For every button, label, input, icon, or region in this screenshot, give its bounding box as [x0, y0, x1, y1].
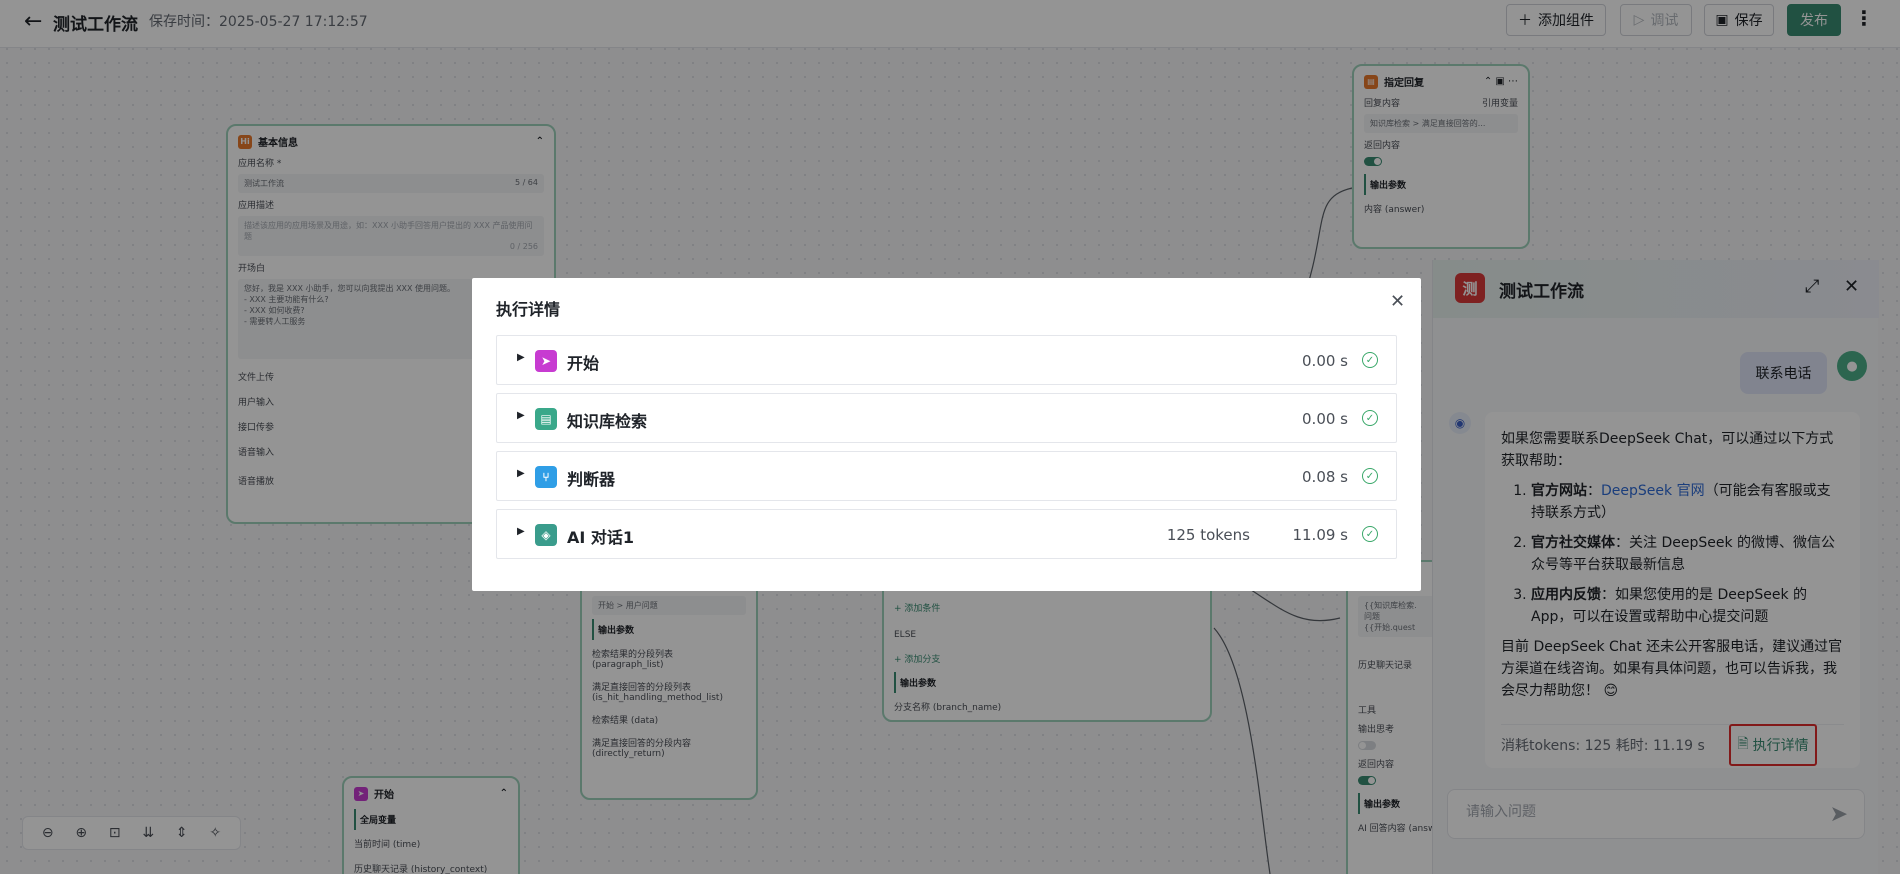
start-pointer-icon: ➤ — [535, 350, 557, 372]
knowledge-search-icon: ▤ — [535, 408, 557, 430]
step-row-knowledge[interactable]: ▶ ▤ 知识库检索 0.00 s ✓ — [496, 393, 1397, 443]
caret-right-icon[interactable]: ▶ — [517, 410, 525, 421]
close-icon[interactable]: ✕ — [1390, 291, 1405, 312]
modal-title: 执行详情 — [496, 300, 561, 319]
success-check-icon: ✓ — [1362, 352, 1378, 368]
caret-right-icon[interactable]: ▶ — [517, 468, 525, 479]
success-check-icon: ✓ — [1362, 468, 1378, 484]
caret-right-icon[interactable]: ▶ — [517, 352, 525, 363]
step-row-judge[interactable]: ▶ ⑂ 判断器 0.08 s ✓ — [496, 451, 1397, 501]
success-check-icon: ✓ — [1362, 526, 1378, 542]
exec-detail-modal: 执行详情 ✕ ▶ ➤ 开始 0.00 s ✓ ▶ ▤ 知识库检索 0.00 s … — [472, 278, 1421, 591]
caret-right-icon[interactable]: ▶ — [517, 526, 525, 537]
success-check-icon: ✓ — [1362, 410, 1378, 426]
branch-icon: ⑂ — [535, 466, 557, 488]
step-row-ai-chat[interactable]: ▶ ◈ AI 对话1 125 tokens 11.09 s ✓ — [496, 509, 1397, 559]
step-row-start[interactable]: ▶ ➤ 开始 0.00 s ✓ — [496, 335, 1397, 385]
ai-chat-icon: ◈ — [535, 524, 557, 546]
